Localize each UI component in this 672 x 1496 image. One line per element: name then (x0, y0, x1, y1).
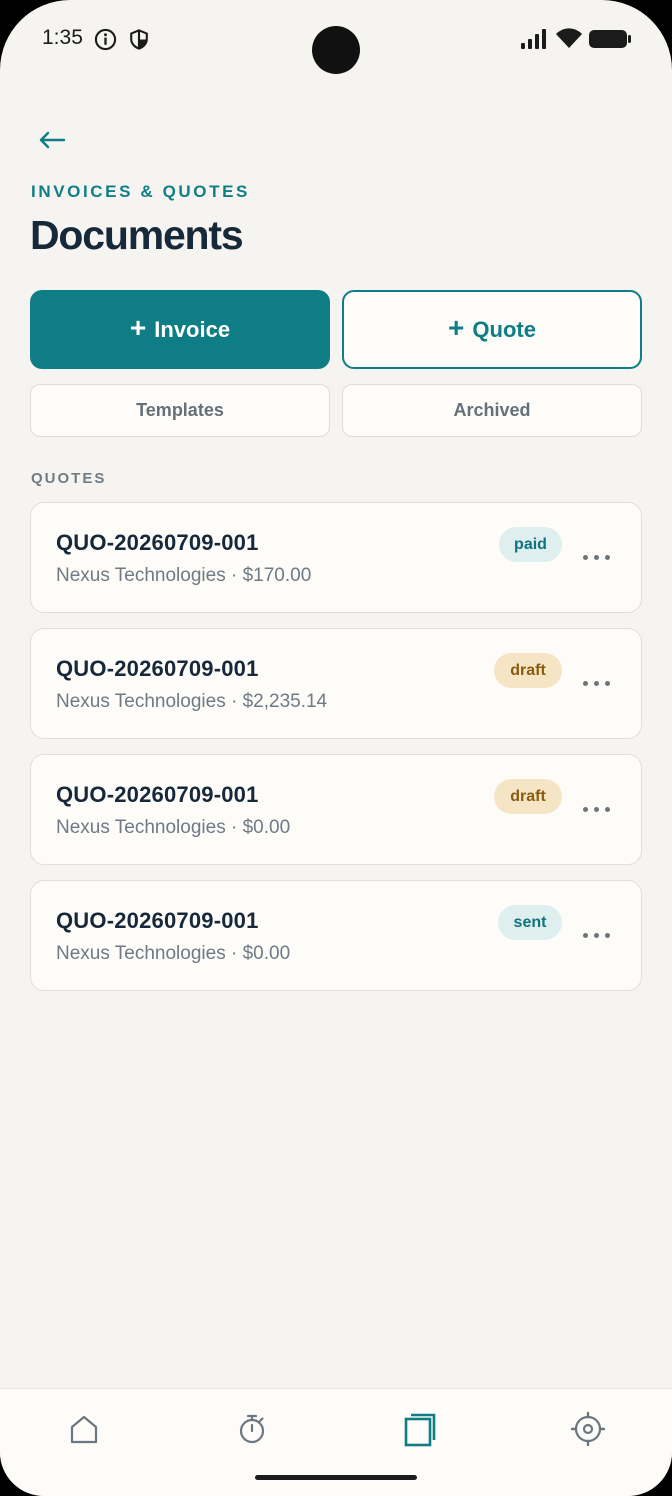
quote-card[interactable]: QUO-20260709-001 Nexus Technologies · $1… (30, 502, 642, 613)
battery-icon (589, 30, 631, 48)
quotes-section-label: QUOTES (31, 470, 107, 487)
signal-icon (521, 29, 546, 49)
timer-icon[interactable] (234, 1411, 270, 1447)
quote-card[interactable]: QUO-20260709-001 Nexus Technologies · $2… (30, 628, 642, 739)
quote-card[interactable]: QUO-20260709-001 Nexus Technologies · $0… (30, 754, 642, 865)
plus-icon: + (448, 311, 465, 343)
archived-button[interactable]: Archived (342, 384, 642, 437)
status-time: 1:35 (42, 26, 83, 49)
page-eyebrow: INVOICES & QUOTES (31, 182, 250, 201)
status-bar: 1:35 (0, 0, 672, 80)
quote-client-amount: Nexus Technologies · $0.00 (56, 817, 291, 838)
front-camera (312, 26, 360, 74)
quote-card[interactable]: QUO-20260709-001 Nexus Technologies · $0… (30, 880, 642, 991)
new-quote-label: Quote (472, 316, 536, 342)
more-options-icon[interactable] (583, 555, 611, 563)
home-icon[interactable] (66, 1411, 102, 1447)
settings-icon[interactable] (570, 1411, 606, 1447)
quote-client-amount: Nexus Technologies · $170.00 (56, 565, 312, 586)
info-icon (94, 28, 117, 51)
new-invoice-button[interactable]: + Invoice (30, 290, 330, 369)
home-indicator[interactable] (255, 1475, 417, 1480)
templates-label: Templates (136, 400, 224, 420)
quote-number: QUO-20260709-001 (56, 530, 259, 555)
status-badge: paid (499, 527, 562, 562)
new-quote-button[interactable]: + Quote (342, 290, 642, 369)
wifi-icon (556, 28, 582, 48)
templates-button[interactable]: Templates (30, 384, 330, 437)
back-arrow-icon[interactable] (36, 124, 68, 156)
plus-icon: + (129, 311, 147, 343)
documents-icon[interactable] (402, 1411, 438, 1447)
status-badge: draft (494, 779, 562, 814)
quote-number: QUO-20260709-001 (56, 782, 259, 807)
phone-screen: 1:35 INVOICES & QUOTES Documents + Invoi… (0, 0, 672, 1496)
status-badge: draft (494, 653, 562, 688)
quote-number: QUO-20260709-001 (56, 656, 259, 681)
new-invoice-label: Invoice (154, 316, 231, 342)
quote-client-amount: Nexus Technologies · $0.00 (56, 943, 291, 964)
shield-icon (130, 29, 148, 50)
more-options-icon[interactable] (583, 933, 611, 941)
quote-client-amount: Nexus Technologies · $2,235.14 (56, 691, 328, 712)
quote-number: QUO-20260709-001 (56, 908, 259, 933)
status-badge: sent (498, 905, 562, 940)
more-options-icon[interactable] (583, 807, 611, 815)
page-title: Documents (30, 212, 244, 258)
bottom-navigation (0, 1388, 672, 1496)
more-options-icon[interactable] (583, 681, 611, 689)
archived-label: Archived (453, 400, 531, 420)
